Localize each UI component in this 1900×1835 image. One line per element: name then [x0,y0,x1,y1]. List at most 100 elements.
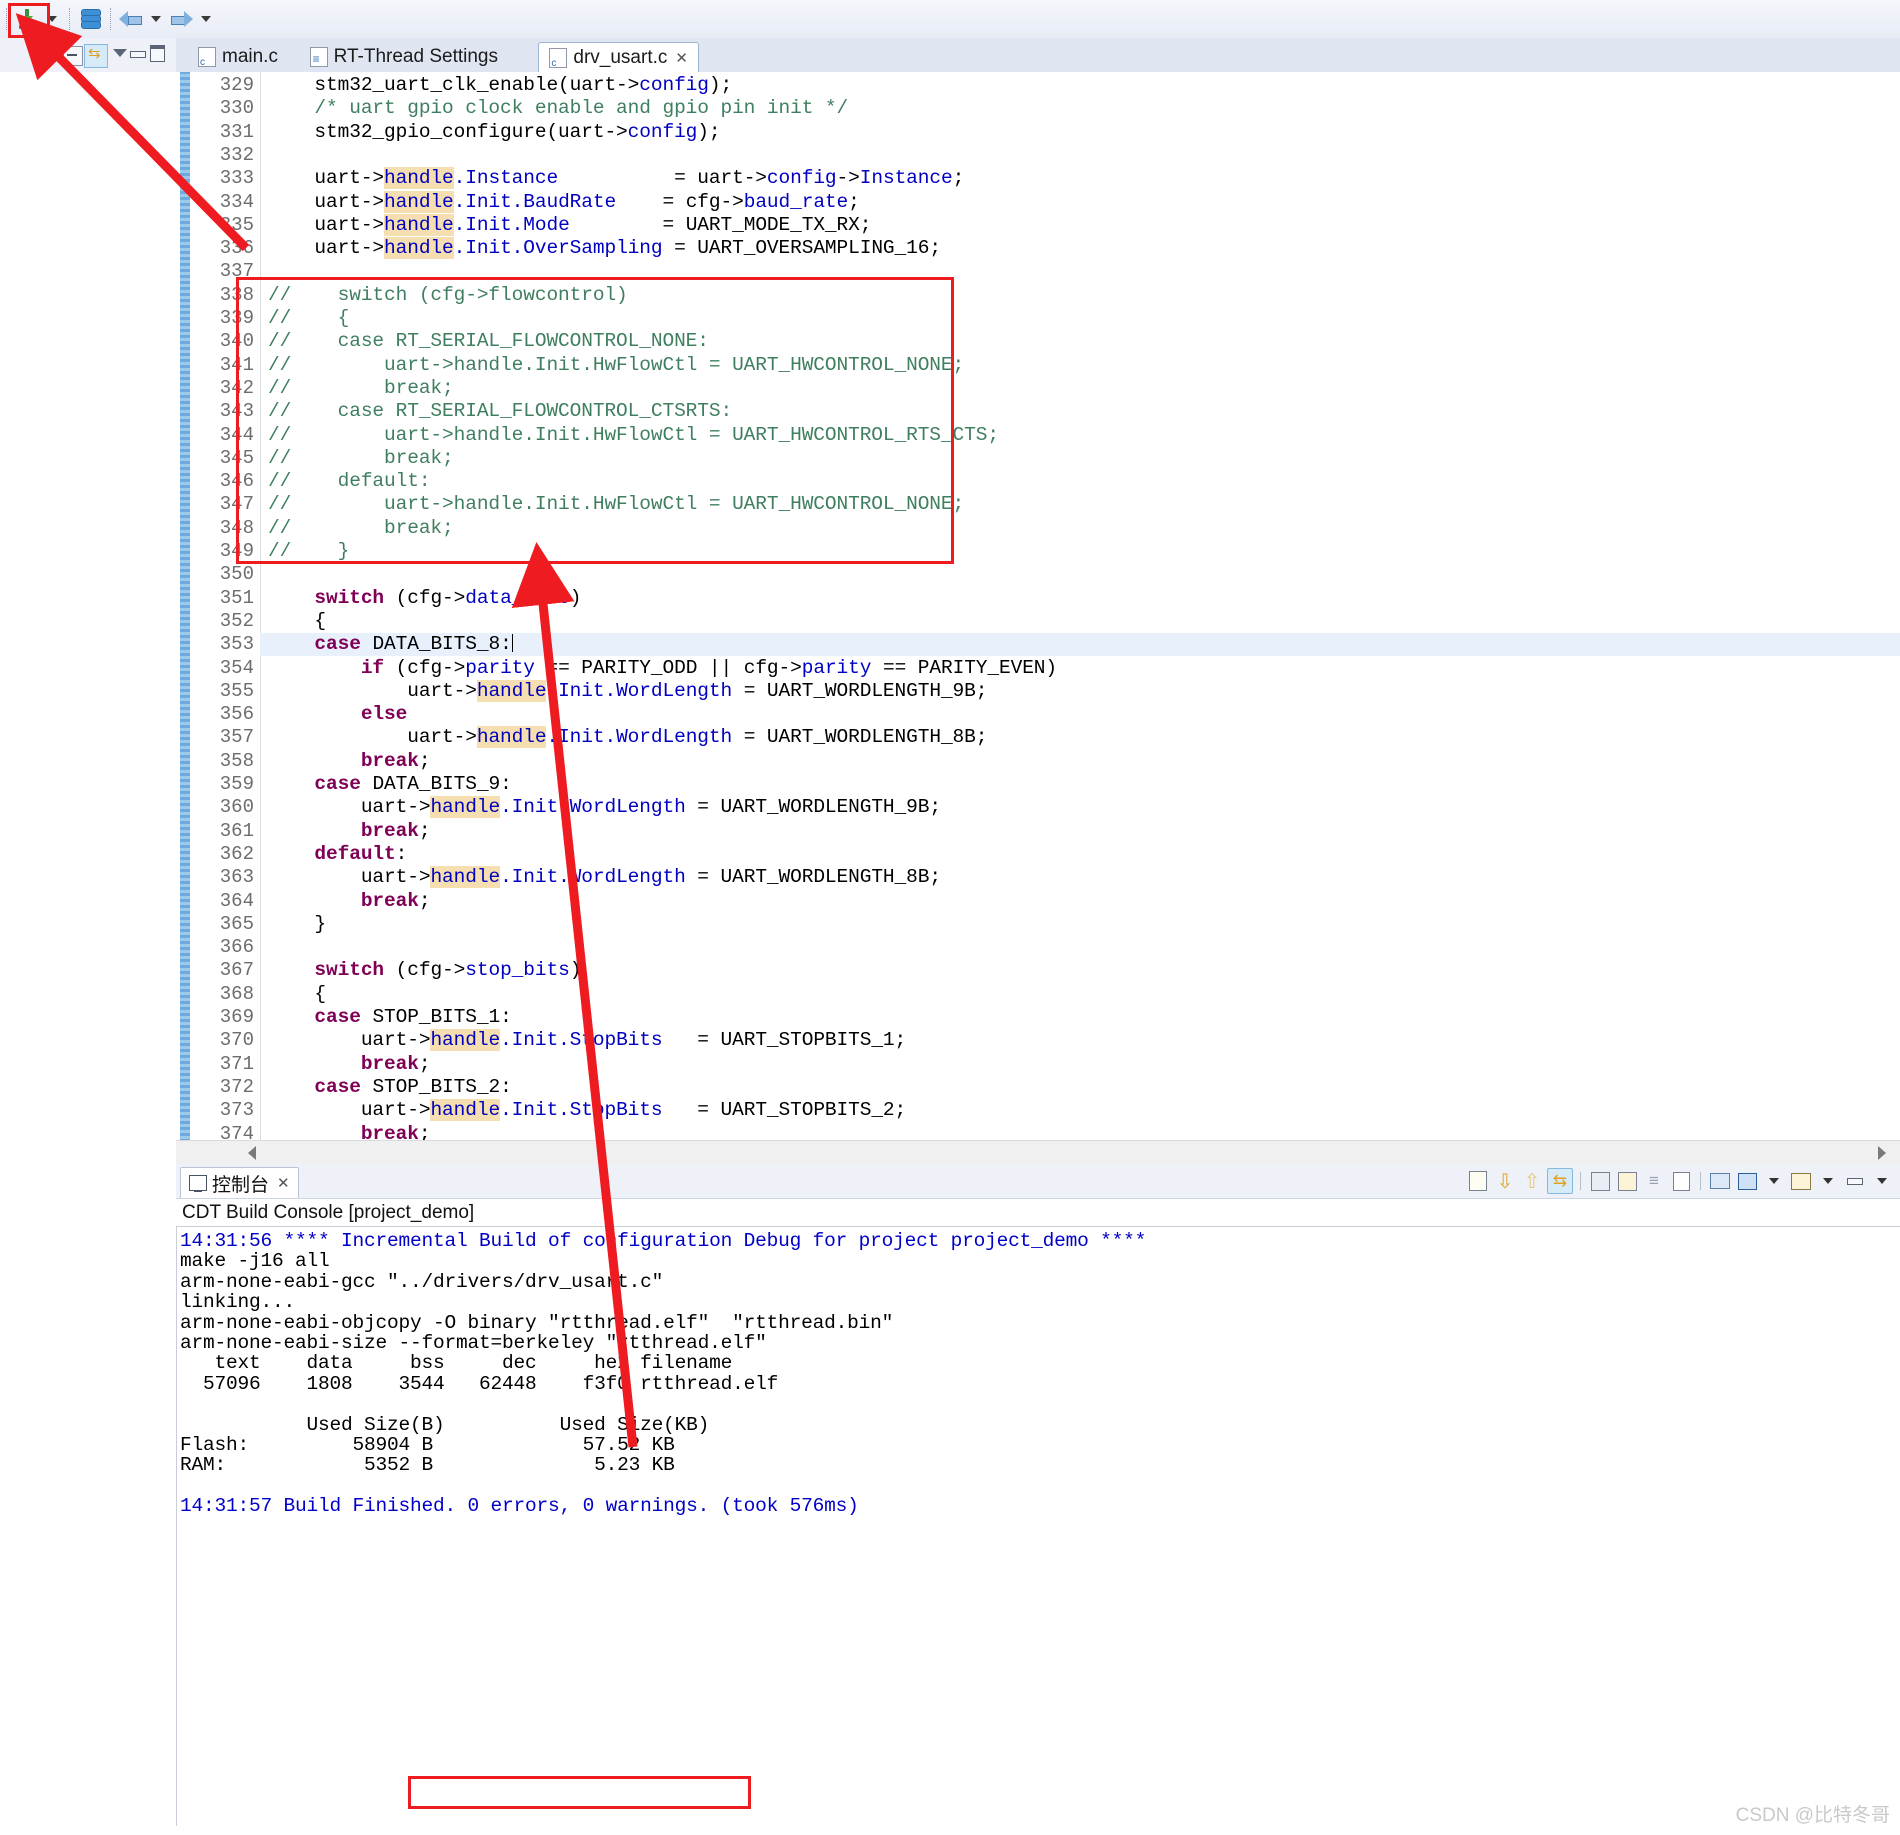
tab-rt-thread-settings[interactable]: RT-Thread Settings [299,42,508,72]
view-menu-icon[interactable] [113,49,127,57]
line-number: 357 [219,726,254,749]
console-tab-row: 控制台 ✕ ⇩ ⇧ ⇆ ≡ [176,1164,1900,1199]
pin-console-icon[interactable]: ⇆ [1547,1168,1573,1194]
line-number: 329 [219,74,254,96]
line-content: case DATA_BITS_9: [314,773,512,795]
tab-main-c[interactable]: main.c [188,42,288,72]
line-content: stm32_uart_clk_enable(uart->config); [268,74,733,96]
line-number: 354 [219,656,254,679]
line-content: uart->handle.Init.WordLength = UART_WORD… [268,679,988,702]
console-tab[interactable]: 控制台 ✕ [180,1167,299,1198]
scroll-right-icon[interactable] [1878,1146,1886,1160]
build-result-highlight-box [408,1776,751,1809]
code-line[interactable]: 354 if (cfg->parity == PARITY_ODD || cfg… [176,657,1900,680]
link-with-editor-icon[interactable] [84,44,108,68]
console-line: arm-none-eabi-objcopy -O binary "rtthrea… [180,1311,894,1334]
code-line[interactable]: 333 uart->handle.Instance = uart->config… [176,167,1900,190]
code-line[interactable]: 366 [176,936,1900,959]
remove-console-icon[interactable] [1669,1169,1693,1193]
line-content: uart->handle.Init.Mode = UART_MODE_TX_RX… [268,213,872,236]
console-output[interactable]: 14:31:56 **** Incremental Build of confi… [180,1230,1896,1517]
c-file-icon [198,47,216,68]
line-number: 363 [219,866,254,889]
maximize-console-icon[interactable] [1870,1169,1894,1193]
line-content: { [268,982,327,1005]
line-number: 372 [219,1075,254,1098]
line-number: 369 [219,1006,254,1028]
console-dropdown-icon[interactable] [1816,1169,1840,1193]
scroll-left-icon[interactable] [248,1146,256,1160]
line-content: break; [360,1052,431,1075]
code-line[interactable]: 368 { [176,983,1900,1006]
new-console-view-icon[interactable] [1735,1169,1759,1193]
minimize-console-icon[interactable] [1843,1169,1867,1193]
minimize-icon[interactable] [130,51,146,58]
code-line[interactable]: 330 /* uart gpio clock enable and gpio p… [176,97,1900,120]
console-line: 57096 1808 3544 62448 f3f0 rtthread.elf [180,1372,779,1395]
collapse-all-icon[interactable] [63,46,83,66]
code-line[interactable]: 370 uart->handle.Init.StopBits = UART_ST… [176,1029,1900,1052]
code-line[interactable]: 372 case STOP_BITS_2: [176,1076,1900,1099]
code-line[interactable]: 336 uart->handle.Init.OverSampling = UAR… [176,237,1900,260]
scroll-up-icon[interactable]: ⇧ [1520,1169,1544,1193]
line-number: 335 [219,213,254,236]
console-toolbar-separator-1 [1580,1172,1581,1190]
line-content: uart->handle.Init.WordLength = UART_WORD… [268,796,941,819]
code-line[interactable]: 373 uart->handle.Init.StopBits = UART_ST… [176,1099,1900,1122]
code-line[interactable]: 367 switch (cfg->stop_bits) [176,959,1900,982]
console-log-icon[interactable] [1466,1169,1490,1193]
code-editor[interactable]: 329 stm32_uart_clk_enable(uart->config);… [176,72,1900,1152]
console-monitor-icon [189,1175,207,1192]
code-line[interactable]: 371 break; [176,1053,1900,1076]
code-line[interactable]: 332 [176,144,1900,167]
code-line[interactable]: 358 break; [176,750,1900,773]
back-button[interactable] [117,5,145,33]
console-tab-close-icon[interactable]: ✕ [277,1174,290,1192]
toolbar-separator-2 [69,8,72,30]
code-line[interactable]: 364 break; [176,890,1900,913]
code-line[interactable]: 361 break; [176,820,1900,843]
clear-console-icon[interactable]: ≡ [1642,1169,1666,1193]
open-console-icon[interactable] [1708,1169,1732,1193]
new-console-view-dropdown-icon[interactable] [1762,1169,1786,1193]
code-line[interactable]: 355 uart->handle.Init.WordLength = UART_… [176,679,1900,703]
code-line[interactable]: 359 case DATA_BITS_9: [176,773,1900,796]
forward-dropdown-caret-icon[interactable] [201,16,211,22]
maximize-icon[interactable] [150,45,165,62]
editor-horizontal-scrollbar[interactable] [176,1140,1900,1165]
code-line[interactable]: 335 uart->handle.Init.Mode = UART_MODE_T… [176,213,1900,237]
display-selected-console-icon[interactable] [1588,1169,1612,1193]
forward-button[interactable] [167,5,195,33]
code-line[interactable]: 353 case DATA_BITS_8: [176,633,1900,656]
code-line[interactable]: 331 stm32_gpio_configure(uart->config); [176,121,1900,144]
tab-drv-usart-c[interactable]: drv_usart.c ✕ [538,42,699,73]
code-line[interactable]: 352 { [176,610,1900,633]
line-number: 360 [219,796,254,819]
c-file-icon [549,47,568,69]
line-number: 370 [219,1029,254,1052]
toolbar-separator-3 [110,8,113,30]
line-content: uart->handle.Init.StopBits = UART_STOPBI… [268,1099,907,1122]
code-line[interactable]: 369 case STOP_BITS_1: [176,1006,1900,1029]
code-line[interactable]: 356 else [176,703,1900,726]
layers-button[interactable] [76,5,104,33]
code-line[interactable]: 360 uart->handle.Init.WordLength = UART_… [176,796,1900,819]
line-content: { [268,609,327,632]
tab-close-icon[interactable]: ✕ [675,49,688,67]
code-line[interactable]: 334 uart->handle.Init.BaudRate = cfg->ba… [176,190,1900,214]
code-line[interactable]: 329 stm32_uart_clk_enable(uart->config); [176,74,1900,97]
scroll-lock-down-icon[interactable]: ⇩ [1493,1169,1517,1193]
line-content: uart->handle.Init.StopBits = UART_STOPBI… [268,1029,907,1052]
code-line[interactable]: 362 default: [176,843,1900,866]
code-line[interactable]: 351 switch (cfg->data_bits) [176,587,1900,610]
code-line[interactable]: 363 uart->handle.Init.WordLength = UART_… [176,866,1900,889]
console-line: arm-none-eabi-size --format=berkeley "rt… [180,1331,767,1354]
new-console-icon[interactable] [1789,1169,1813,1193]
line-content: break; [360,749,431,772]
code-line[interactable]: 365 } [176,913,1900,936]
code-line[interactable]: 357 uart->handle.Init.WordLength = UART_… [176,726,1900,749]
lock-console-icon[interactable] [1615,1169,1639,1193]
back-dropdown-caret-icon[interactable] [151,16,161,22]
code-line[interactable]: 350 [176,563,1900,586]
line-number: 331 [219,120,254,143]
